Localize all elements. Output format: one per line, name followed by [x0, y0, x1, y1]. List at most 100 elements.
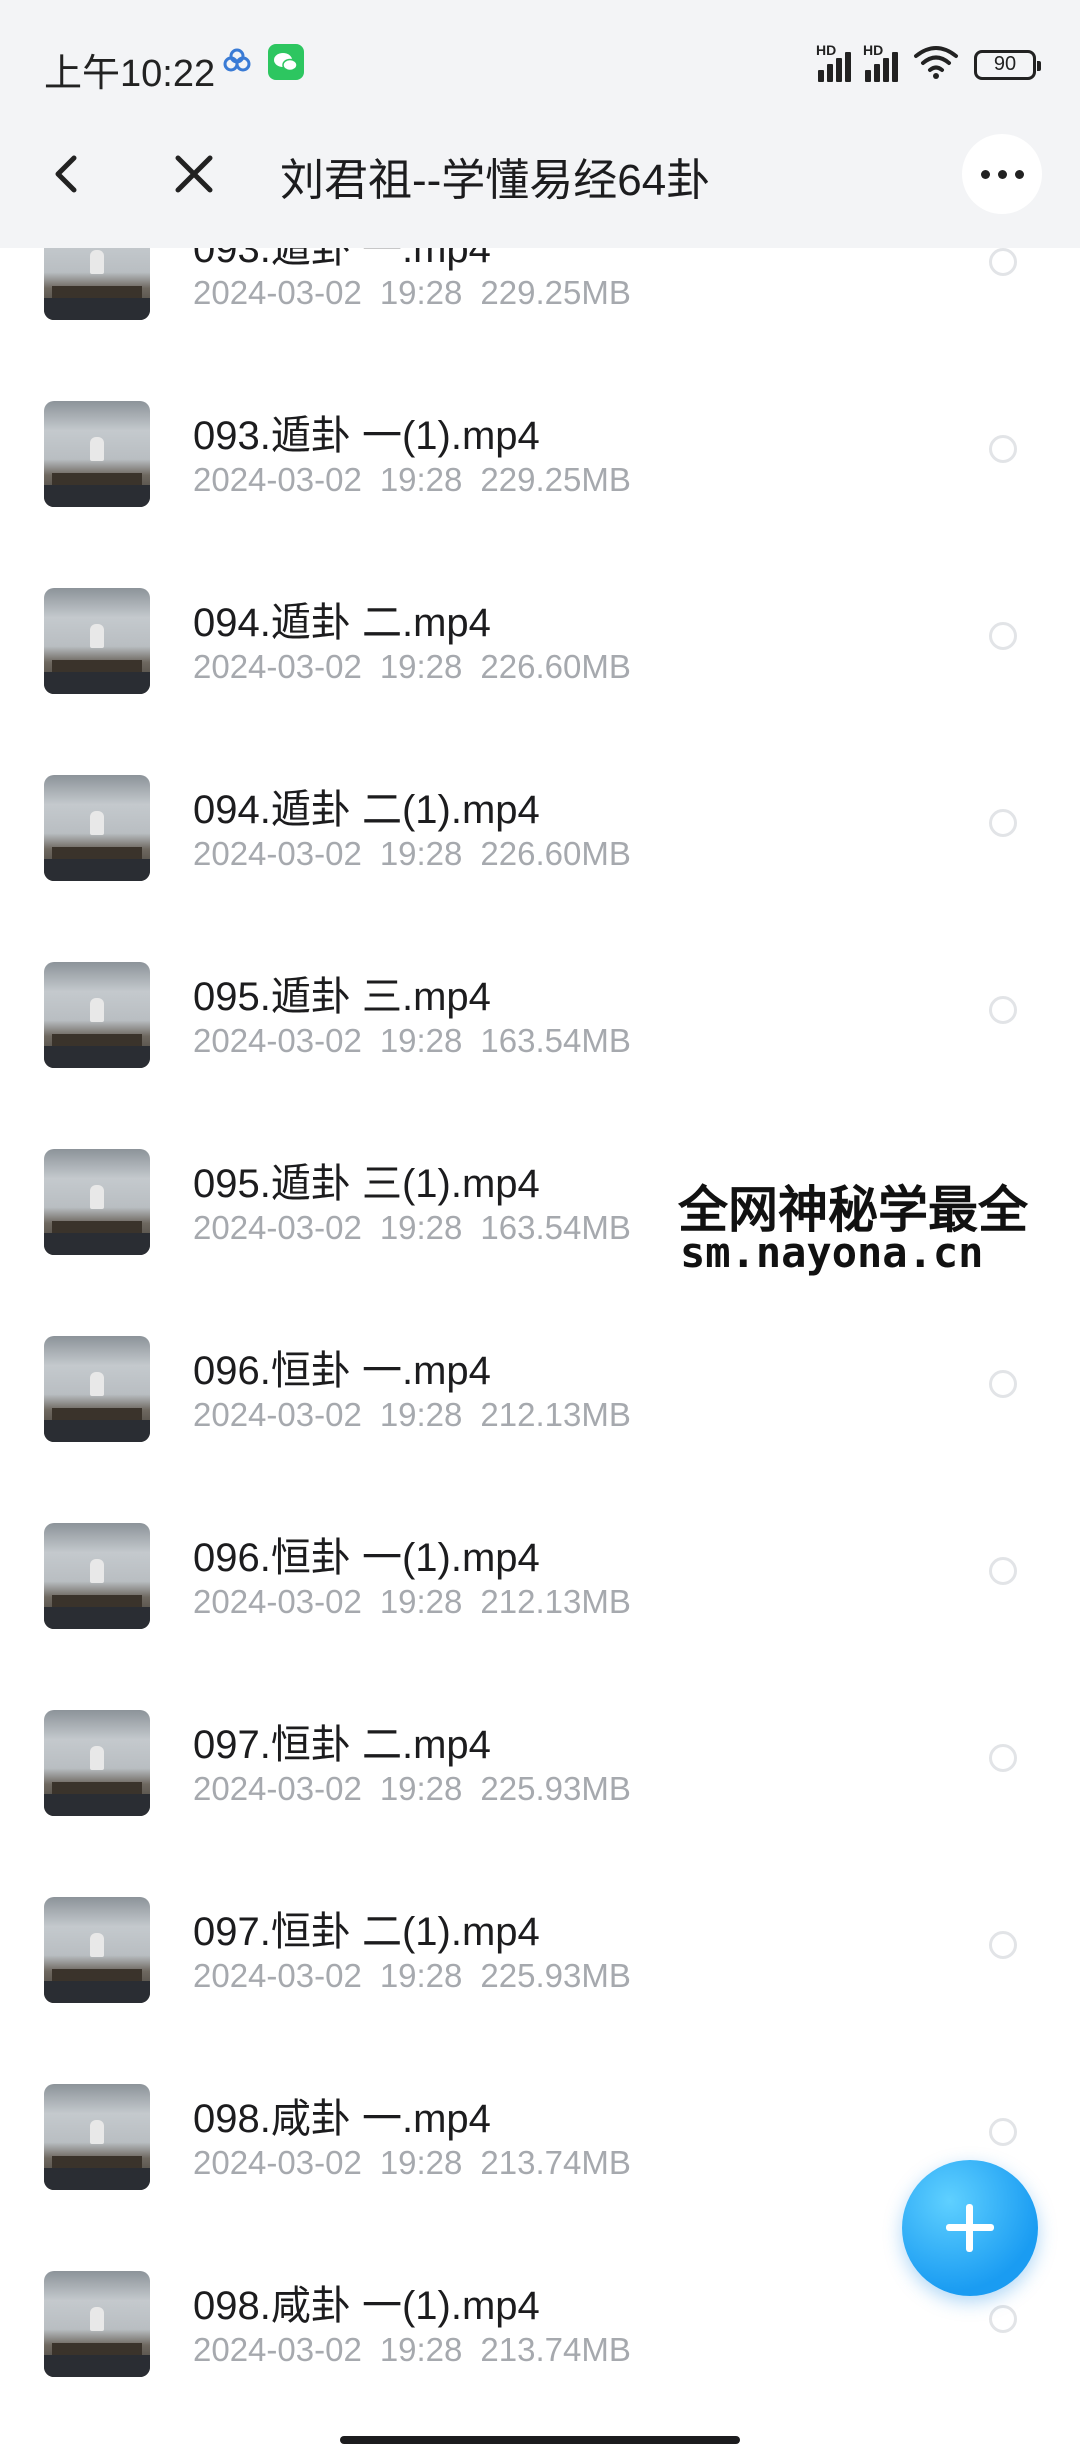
video-thumbnail: [44, 2084, 150, 2190]
select-radio[interactable]: [989, 1370, 1017, 1398]
status-bar: 上午10:22 HD HD 90: [0, 0, 1080, 100]
select-radio[interactable]: [989, 435, 1017, 463]
cloud-icon: [222, 46, 252, 81]
file-meta: 2024-03-02 19:28 163.54MB: [193, 1022, 631, 1060]
wifi-icon: [912, 44, 960, 85]
more-horizontal-icon: [980, 169, 990, 179]
video-thumbnail: [44, 588, 150, 694]
video-thumbnail: [44, 1336, 150, 1442]
file-time: 19:28: [379, 2331, 463, 2368]
video-thumbnail: [44, 1710, 150, 1816]
file-date: 2024-03-02: [193, 1770, 362, 1807]
file-size: 226.60MB: [480, 648, 631, 685]
file-row[interactable]: 094.遁卦 二(1).mp4 2024-03-02 19:28 226.60MB: [0, 775, 1080, 962]
select-radio[interactable]: [989, 1931, 1017, 1959]
video-thumbnail: [44, 1523, 150, 1629]
file-name: 098.咸卦 一.mp4: [193, 2097, 491, 2141]
file-size: 229.25MB: [480, 274, 631, 311]
file-date: 2024-03-02: [193, 1209, 362, 1246]
file-size: 213.74MB: [480, 2144, 631, 2181]
file-time: 19:28: [379, 274, 463, 311]
video-thumbnail: [44, 401, 150, 507]
file-meta: 2024-03-02 19:28 213.74MB: [193, 2144, 631, 2182]
file-size: 163.54MB: [480, 1022, 631, 1059]
file-row[interactable]: 096.恒卦 一(1).mp4 2024-03-02 19:28 212.13MB: [0, 1523, 1080, 1710]
page-title: 刘君祖--学懂易经64卦: [280, 156, 711, 205]
video-thumbnail: [44, 775, 150, 881]
select-radio[interactable]: [989, 2118, 1017, 2146]
file-size: 212.13MB: [480, 1396, 631, 1433]
signal-icon: HD: [816, 42, 851, 82]
wechat-icon: [268, 44, 304, 80]
signal-icon: HD: [863, 42, 898, 82]
file-time: 19:28: [379, 1770, 463, 1807]
home-indicator[interactable]: [340, 2436, 740, 2444]
file-meta: 2024-03-02 19:28 163.54MB: [193, 1209, 631, 1247]
close-button[interactable]: [168, 148, 220, 200]
file-time: 19:28: [379, 648, 463, 685]
status-time: 上午10:22: [44, 53, 216, 95]
file-size: 163.54MB: [480, 1209, 631, 1246]
select-radio[interactable]: [989, 996, 1017, 1024]
select-radio[interactable]: [989, 1744, 1017, 1772]
file-size: 225.93MB: [480, 1957, 631, 1994]
file-time: 19:28: [379, 1022, 463, 1059]
file-date: 2024-03-02: [193, 2144, 362, 2181]
file-name: 096.恒卦 一.mp4: [193, 1349, 491, 1393]
file-time: 19:28: [379, 2144, 463, 2181]
file-meta: 2024-03-02 19:28 212.13MB: [193, 1583, 631, 1621]
select-radio[interactable]: [989, 248, 1017, 276]
select-radio[interactable]: [989, 809, 1017, 837]
add-button[interactable]: [902, 2160, 1038, 2296]
file-date: 2024-03-02: [193, 1583, 362, 1620]
select-radio[interactable]: [989, 1557, 1017, 1585]
watermark: 全网神秘学最全 sm.nayona.cn: [672, 1166, 1080, 1294]
file-name: 097.恒卦 二.mp4: [193, 1723, 491, 1767]
file-meta: 2024-03-02 19:28 225.93MB: [193, 1770, 631, 1808]
file-time: 19:28: [379, 461, 463, 498]
file-name: 097.恒卦 二(1).mp4: [193, 1910, 540, 1954]
file-meta: 2024-03-02 19:28 212.13MB: [193, 1396, 631, 1434]
file-row[interactable]: 097.恒卦 二.mp4 2024-03-02 19:28 225.93MB: [0, 1710, 1080, 1897]
file-row[interactable]: 097.恒卦 二(1).mp4 2024-03-02 19:28 225.93MB: [0, 1897, 1080, 2084]
file-name: 094.遁卦 二(1).mp4: [193, 788, 540, 832]
video-thumbnail: [44, 962, 150, 1068]
header: 刘君祖--学懂易经64卦: [0, 100, 1080, 248]
file-size: 212.13MB: [480, 1583, 631, 1620]
file-date: 2024-03-02: [193, 461, 362, 498]
back-button[interactable]: [44, 146, 92, 202]
file-date: 2024-03-02: [193, 1396, 362, 1433]
video-thumbnail: [44, 1149, 150, 1255]
file-name: 095.遁卦 三.mp4: [193, 975, 491, 1019]
file-size: 226.60MB: [480, 835, 631, 872]
file-size: 213.74MB: [480, 2331, 631, 2368]
file-name: 093.遁卦 一(1).mp4: [193, 414, 540, 458]
file-row[interactable]: 093.遁卦 一(1).mp4 2024-03-02 19:28 229.25MB: [0, 401, 1080, 588]
watermark-url: sm.nayona.cn: [680, 1228, 984, 1277]
file-row[interactable]: 094.遁卦 二.mp4 2024-03-02 19:28 226.60MB: [0, 588, 1080, 775]
file-name: 094.遁卦 二.mp4: [193, 601, 491, 645]
file-meta: 2024-03-02 19:28 226.60MB: [193, 648, 631, 686]
file-name: 095.遁卦 三(1).mp4: [193, 1162, 540, 1206]
file-row[interactable]: 098.咸卦 一(1).mp4 2024-03-02 19:28 213.74MB: [0, 2271, 1080, 2458]
file-time: 19:28: [379, 1583, 463, 1620]
video-thumbnail: [44, 2271, 150, 2377]
more-button[interactable]: [962, 134, 1042, 214]
file-date: 2024-03-02: [193, 2331, 362, 2368]
select-radio[interactable]: [989, 2305, 1017, 2333]
battery-icon: 90: [974, 49, 1041, 80]
file-date: 2024-03-02: [193, 835, 362, 872]
file-date: 2024-03-02: [193, 274, 362, 311]
file-meta: 2024-03-02 19:28 229.25MB: [193, 274, 631, 312]
select-radio[interactable]: [989, 622, 1017, 650]
video-thumbnail: [44, 1897, 150, 2003]
file-row[interactable]: 095.遁卦 三.mp4 2024-03-02 19:28 163.54MB: [0, 962, 1080, 1149]
file-size: 225.93MB: [480, 1770, 631, 1807]
file-name: 098.咸卦 一(1).mp4: [193, 2284, 540, 2328]
file-time: 19:28: [379, 1957, 463, 1994]
close-icon: [175, 155, 213, 193]
file-time: 19:28: [379, 1396, 463, 1433]
file-row[interactable]: 096.恒卦 一.mp4 2024-03-02 19:28 212.13MB: [0, 1336, 1080, 1523]
file-time: 19:28: [379, 1209, 463, 1246]
file-meta: 2024-03-02 19:28 229.25MB: [193, 461, 631, 499]
